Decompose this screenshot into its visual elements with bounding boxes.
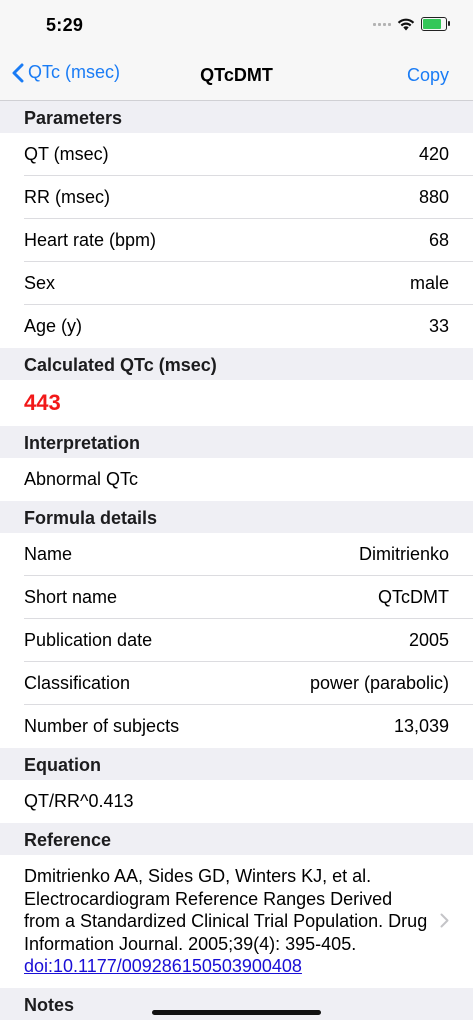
param-row-age[interactable]: Age (y) 33 — [0, 305, 473, 348]
formula-value: Dimitrienko — [358, 544, 449, 564]
formula-row-name: Name Dimitrienko — [0, 533, 473, 576]
navigation-bar: QTc (msec) QTcDMT Copy — [0, 50, 473, 101]
page-title: QTcDMT — [200, 65, 273, 85]
reference-text: Dmitrienko AA, Sides GD, Winters KJ, et … — [24, 866, 428, 954]
formula-label: Number of subjects — [24, 716, 180, 736]
param-value: 420 — [418, 144, 449, 164]
status-icons — [373, 17, 450, 31]
formula-value: power (parabolic) — [309, 673, 449, 693]
param-row-sex[interactable]: Sex male — [0, 262, 473, 305]
formula-label: Classification — [24, 673, 131, 693]
chevron-right-icon — [440, 913, 449, 928]
equation-text: QT/RR^0.413 — [24, 791, 134, 811]
formula-value: 2005 — [408, 630, 449, 650]
param-value: male — [409, 273, 449, 293]
detail-list: Parameters QT (msec) 420 RR (msec) 880 H… — [0, 101, 473, 1020]
formula-row-publication-date: Publication date 2005 — [0, 619, 473, 662]
param-label: Sex — [24, 273, 56, 293]
status-bar: 5:29 — [0, 0, 473, 50]
param-value: 33 — [428, 316, 449, 336]
param-label: Age (y) — [24, 316, 83, 336]
param-value: 880 — [418, 187, 449, 207]
interpretation-row: Abnormal QTc — [0, 458, 473, 501]
param-label: QT (msec) — [24, 144, 109, 164]
wifi-icon — [397, 18, 415, 30]
formula-row-short-name: Short name QTcDMT — [0, 576, 473, 619]
formula-value: QTcDMT — [378, 587, 449, 607]
param-row-heart-rate[interactable]: Heart rate (bpm) 68 — [0, 219, 473, 262]
calculated-qtc-value: 443 — [24, 390, 61, 415]
section-header-interpretation: Interpretation — [0, 426, 473, 458]
status-time: 5:29 — [46, 15, 84, 35]
formula-row-classification: Classification power (parabolic) — [0, 662, 473, 705]
doi-link[interactable]: doi:10.1177/009286150503900408 — [24, 956, 302, 976]
formula-value: 13,039 — [393, 716, 449, 736]
param-value: 68 — [428, 230, 449, 250]
section-header-equation: Equation — [0, 748, 473, 780]
home-indicator[interactable] — [152, 1010, 321, 1015]
copy-button[interactable]: Copy — [407, 65, 449, 86]
section-header-calculated: Calculated QTc (msec) — [0, 348, 473, 380]
formula-label: Name — [24, 544, 73, 564]
section-header-parameters: Parameters — [0, 101, 473, 133]
param-label: RR (msec) — [24, 187, 110, 207]
formula-row-number-of-subjects: Number of subjects 13,039 — [0, 705, 473, 748]
calculated-row: 443 — [0, 380, 473, 426]
interpretation-text: Abnormal QTc — [24, 469, 139, 489]
cellular-signal-icon — [373, 22, 391, 26]
param-label: Heart rate (bpm) — [24, 230, 157, 250]
param-row-qt[interactable]: QT (msec) 420 — [0, 133, 473, 176]
formula-label: Short name — [24, 587, 118, 607]
param-row-rr[interactable]: RR (msec) 880 — [0, 176, 473, 219]
reference-row[interactable]: Dmitrienko AA, Sides GD, Winters KJ, et … — [0, 855, 473, 988]
equation-row: QT/RR^0.413 — [0, 780, 473, 823]
formula-label: Publication date — [24, 630, 153, 650]
section-header-reference: Reference — [0, 823, 473, 855]
section-header-formula: Formula details — [0, 501, 473, 533]
battery-icon — [421, 17, 450, 31]
